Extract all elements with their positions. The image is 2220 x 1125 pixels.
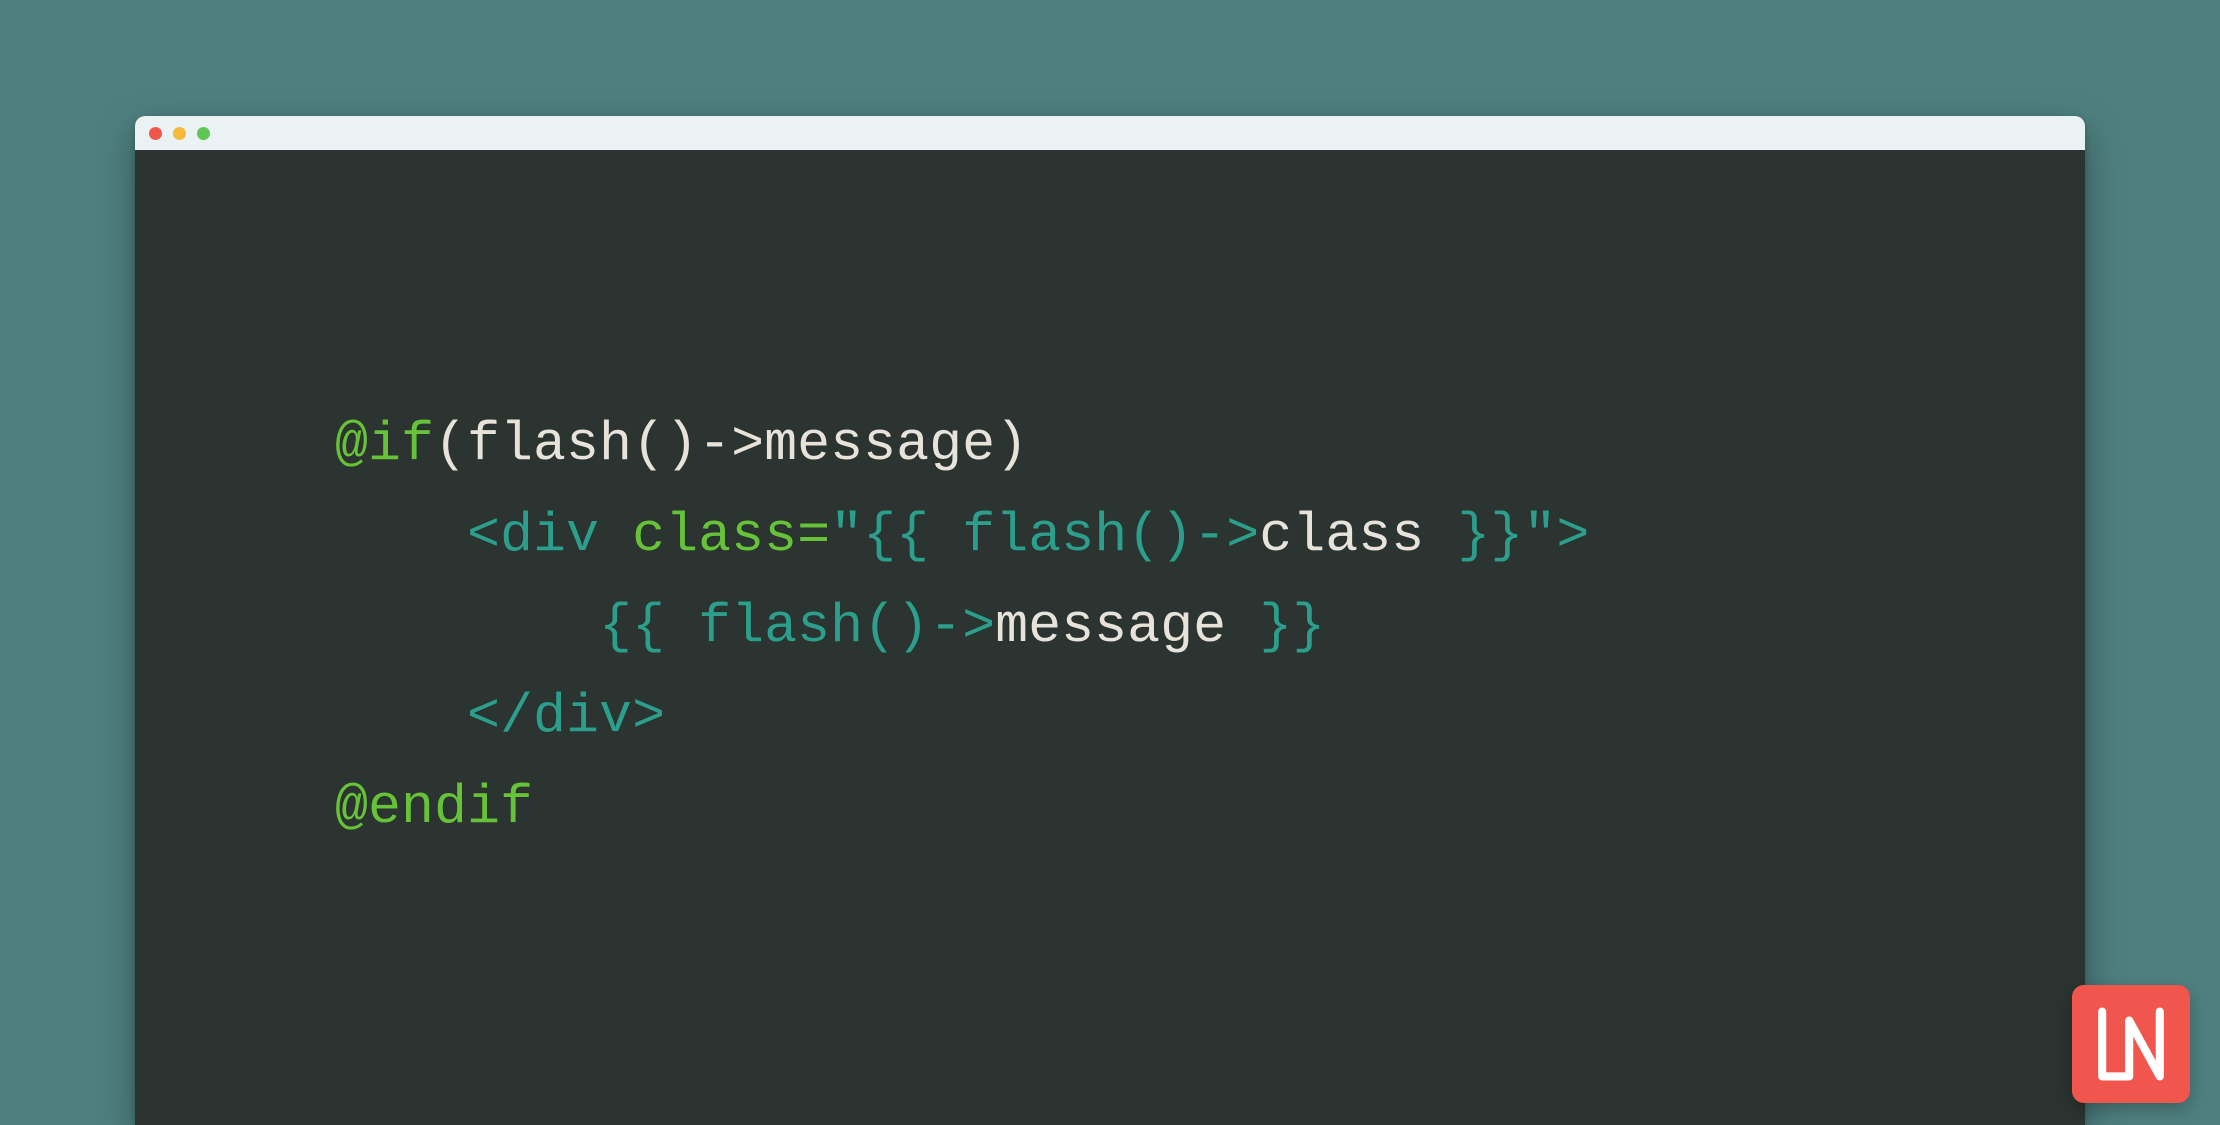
angle-bracket-icon: </ xyxy=(467,685,533,748)
window-titlebar xyxy=(135,116,2085,150)
fn-call: flash()-> xyxy=(962,504,1259,567)
blade-brace: }} xyxy=(1226,595,1325,658)
code-editor: @if(flash()->message) <div class="{{ fla… xyxy=(135,150,2085,1125)
zoom-icon[interactable] xyxy=(197,127,210,140)
indent xyxy=(335,685,467,748)
ln-icon xyxy=(2086,999,2176,1089)
directive-endif: @endif xyxy=(335,776,533,839)
attr-name: class= xyxy=(632,504,830,567)
tag-name: div xyxy=(500,504,599,567)
space xyxy=(599,504,632,567)
quote: " xyxy=(1523,504,1556,567)
brand-logo xyxy=(2072,985,2190,1103)
angle-bracket-icon: > xyxy=(632,685,665,748)
blade-brace: {{ xyxy=(863,504,962,567)
fn-call: flash()-> xyxy=(698,595,995,658)
tag-name: div xyxy=(533,685,632,748)
minimize-icon[interactable] xyxy=(173,127,186,140)
prop: message xyxy=(995,595,1226,658)
indent xyxy=(335,504,467,567)
blade-brace: }} xyxy=(1424,504,1523,567)
code-window: @if(flash()->message) <div class="{{ fla… xyxy=(135,116,2085,1125)
close-icon[interactable] xyxy=(149,127,162,140)
prop: class xyxy=(1259,504,1424,567)
angle-bracket-icon: < xyxy=(467,504,500,567)
angle-bracket-icon: > xyxy=(1556,504,1589,567)
directive-if: @if xyxy=(335,413,434,476)
blade-brace: {{ xyxy=(599,595,698,658)
quote: " xyxy=(830,504,863,567)
code-text: (flash()->message) xyxy=(434,413,1028,476)
indent xyxy=(335,595,599,658)
code-block: @if(flash()->message) <div class="{{ fla… xyxy=(335,400,2085,854)
